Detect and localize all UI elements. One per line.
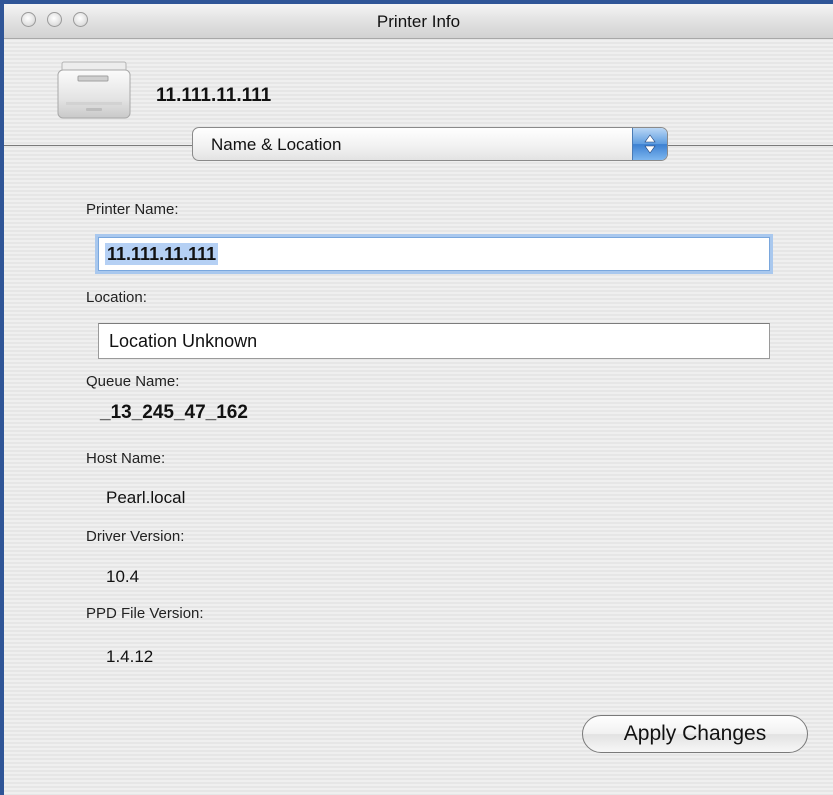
updown-arrows-icon	[632, 128, 667, 160]
location-label: Location:	[86, 289, 147, 306]
ppd-version-value: 1.4.12	[106, 647, 154, 666]
printer-icon	[56, 56, 134, 124]
window-title: Printer Info	[376, 12, 461, 31]
printer-ip-heading: 11.111.11.111	[156, 85, 272, 106]
queue-name-value: _13_245_47_162	[100, 402, 248, 423]
printer-name-field[interactable]: 11.111.11.111	[98, 237, 770, 271]
host-name-label: Host Name:	[86, 450, 166, 467]
printer-info-window: Printer Info 11.111.11.111 Name & Locati…	[0, 0, 833, 795]
driver-version-value: 10.4	[106, 567, 140, 586]
printer-name-label: Printer Name:	[86, 201, 179, 218]
panel-select-label: Name & Location	[211, 135, 342, 154]
panel-select-popup[interactable]: Name & Location	[192, 127, 668, 161]
title-bar[interactable]: Printer Info	[4, 4, 833, 39]
queue-name-label: Queue Name:	[86, 373, 180, 390]
location-field[interactable]: Location Unknown	[98, 323, 770, 359]
printer-name-selected-text: 11.111.11.111	[105, 243, 219, 265]
host-name-value: Pearl.local	[106, 488, 186, 507]
ppd-version-label: PPD File Version:	[86, 605, 204, 622]
apply-changes-button[interactable]: Apply Changes	[582, 715, 808, 753]
driver-version-label: Driver Version:	[86, 528, 185, 545]
